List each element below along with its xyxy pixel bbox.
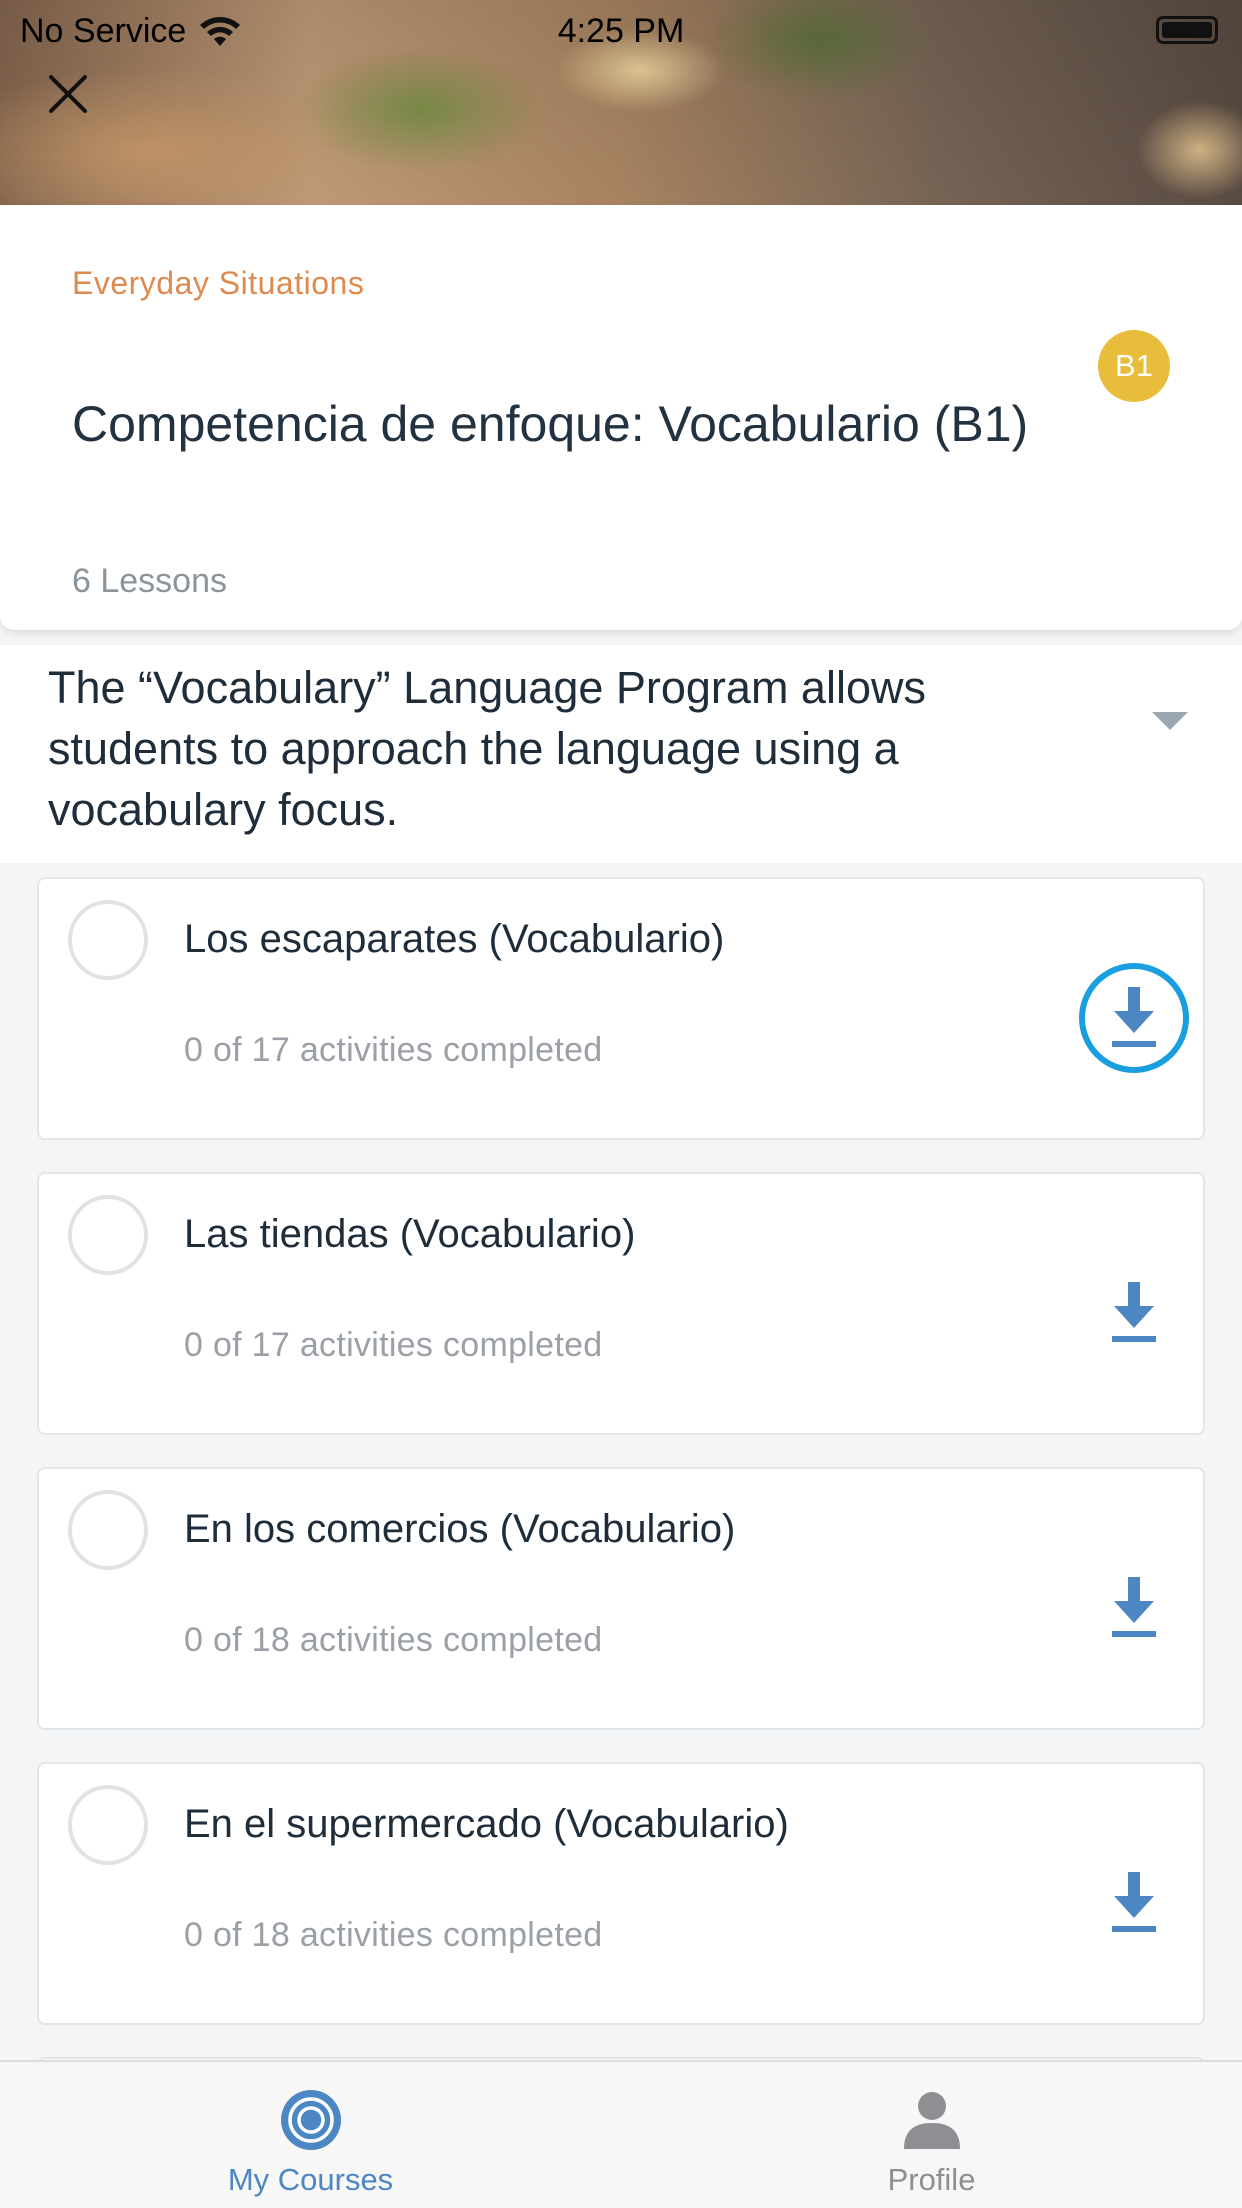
lesson-progress: 0 of 17 activities completed [184,1031,603,1069]
lesson-count: 6 Lessons [72,562,227,600]
expand-description-icon[interactable] [1152,712,1188,730]
lesson-card[interactable]: En el supermercado (Vocabulario) 0 of 18… [37,1762,1205,2025]
tab-bar: My Courses Profile [0,2060,1242,2208]
download-button[interactable] [1079,963,1189,1073]
tab-profile[interactable]: Profile [621,2062,1242,2208]
download-icon [1112,987,1156,1047]
lesson-status-circle [68,1195,148,1275]
course-description[interactable]: The “Vocabulary” Language Program allows… [0,645,1242,863]
battery-icon [1156,16,1218,44]
download-icon [1112,1282,1156,1342]
status-time: 4:25 PM [557,12,685,50]
lesson-status-circle [68,1785,148,1865]
course-title: Competencia de enfoque: Vocabulario (B1) [72,396,1029,452]
lesson-title: Las tiendas (Vocabulario) [184,1212,636,1256]
tab-label: My Courses [227,2162,394,2197]
close-button[interactable] [40,66,96,122]
lesson-progress: 0 of 17 activities completed [184,1326,603,1364]
lesson-title: En los comercios (Vocabulario) [184,1507,736,1551]
course-category: Everyday Situations [72,265,365,301]
profile-icon [903,2092,960,2149]
lesson-status-circle [68,900,148,980]
course-description-text: The “Vocabulary” Language Program allows… [48,662,926,835]
lesson-title: Los escaparates (Vocabulario) [184,917,725,961]
lesson-title: En el supermercado (Vocabulario) [184,1802,789,1846]
lesson-card[interactable]: En los comercios (Vocabulario) 0 of 18 a… [37,1467,1205,1730]
lesson-progress: 0 of 18 activities completed [184,1621,603,1659]
download-button[interactable] [1079,1848,1189,1958]
my-courses-icon [280,2090,341,2150]
download-icon [1112,1577,1156,1637]
status-bar: No Service 4:25 PM [0,0,1242,62]
course-summary-card: Everyday Situations B1 Competencia de en… [0,205,1242,630]
lesson-card[interactable]: Las tiendas (Vocabulario) 0 of 17 activi… [37,1172,1205,1435]
download-icon [1112,1872,1156,1932]
level-badge: B1 [1098,330,1170,402]
lesson-status-circle [68,1490,148,1570]
lesson-card[interactable]: Los escaparates (Vocabulario) 0 of 17 ac… [37,877,1205,1140]
tab-my-courses[interactable]: My Courses [0,2062,621,2208]
tab-label: Profile [887,2162,976,2197]
lesson-progress: 0 of 18 activities completed [184,1916,603,1954]
download-button[interactable] [1079,1258,1189,1368]
download-button[interactable] [1079,1553,1189,1663]
